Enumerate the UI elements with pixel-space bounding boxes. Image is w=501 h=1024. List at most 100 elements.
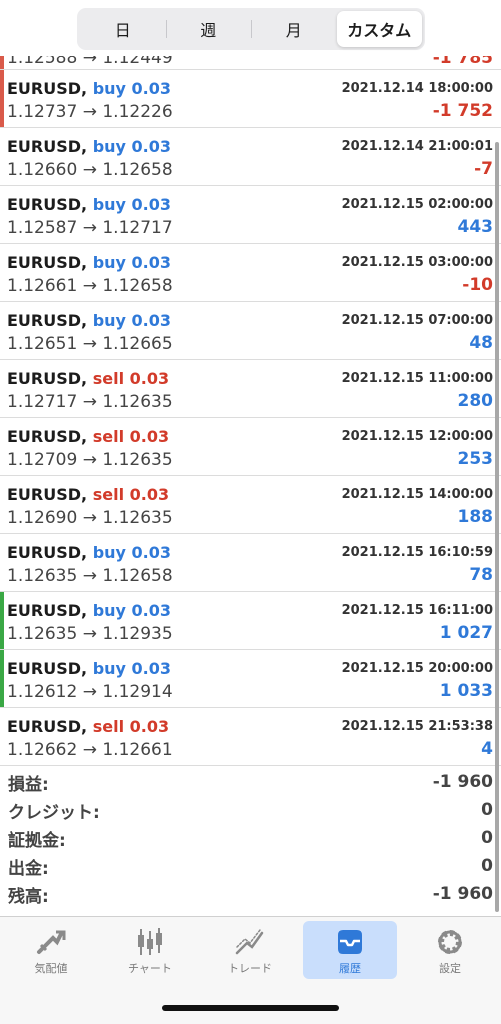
- trade-side-lot: buy 0.03: [92, 543, 172, 562]
- trade-symbol: EURUSD, sell 0.03: [7, 369, 170, 388]
- list-item[interactable]: EURUSD, sell 0.03 2021.12.15 11:00:00 1.12…: [0, 360, 501, 418]
- list-item-partial[interactable]: 1.12588 → 1.12449 -1 785: [0, 56, 501, 70]
- row-accent-bar: [0, 650, 4, 707]
- trade-time: 2021.12.15 11:00:00: [341, 371, 493, 386]
- trade-time: 2021.12.14 21:00:01: [341, 139, 493, 154]
- tab-settings[interactable]: 設定: [403, 921, 497, 979]
- row-accent-bar: [0, 302, 4, 359]
- list-item[interactable]: EURUSD, sell 0.03 2021.12.15 21:53:38 1.12…: [0, 708, 501, 766]
- trade-time: 2021.12.15 20:00:00: [341, 661, 493, 676]
- summary-withdrawal: 出金: 0: [8, 852, 493, 880]
- trade-profit: 48: [469, 333, 493, 353]
- trade-profit: -1 785: [432, 56, 493, 68]
- trade-time: 2021.12.15 16:10:59: [341, 545, 493, 560]
- trade-prices: 1.12709 → 1.12635: [7, 450, 173, 470]
- summary-label: 証拠金:: [8, 830, 66, 851]
- scrollbar[interactable]: [495, 142, 499, 912]
- quotes-icon: [37, 930, 66, 954]
- summary-value: -1 960: [432, 884, 493, 904]
- row-accent-bar: [0, 186, 4, 243]
- list-item[interactable]: EURUSD, sell 0.03 2021.12.15 14:00:00 1.12…: [0, 476, 501, 534]
- trade-side-lot: sell 0.03: [92, 369, 170, 388]
- trade-prices: 1.12587 → 1.12717: [7, 218, 173, 238]
- period-segmented-control: 日 週 月 カスタム: [77, 8, 425, 50]
- tab-history[interactable]: 履歴: [303, 921, 397, 979]
- trade-history-list: 1.12588 → 1.12449 -1 785 EURUSD, buy 0.0…: [0, 56, 501, 766]
- trade-profit: 78: [469, 565, 493, 585]
- list-item[interactable]: EURUSD, buy 0.03 2021.12.15 16:11:00 1.126…: [0, 592, 501, 650]
- trade-side-lot: buy 0.03: [92, 253, 172, 272]
- trade-prices: 1.12737 → 1.12226: [7, 102, 173, 122]
- row-accent-bar: [0, 476, 4, 533]
- history-icon: [338, 930, 362, 954]
- trade-prices: 1.12661 → 1.12658: [7, 276, 173, 296]
- home-indicator: [162, 1005, 339, 1011]
- segment-week[interactable]: 週: [165, 11, 252, 47]
- tab-label: トレード: [228, 962, 272, 975]
- trade-side-lot: sell 0.03: [92, 717, 170, 736]
- list-item[interactable]: EURUSD, buy 0.03 2021.12.15 16:10:59 1.126…: [0, 534, 501, 592]
- trade-time: 2021.12.15 03:00:00: [341, 255, 493, 270]
- list-item[interactable]: EURUSD, buy 0.03 2021.12.15 02:00:00 1.125…: [0, 186, 501, 244]
- trade-symbol: EURUSD, sell 0.03: [7, 485, 170, 504]
- list-item[interactable]: EURUSD, buy 0.03 2021.12.15 20:00:00 1.126…: [0, 650, 501, 708]
- history-summary: 損益: -1 960 クレジット: 0 証拠金: 0 出金: 0 残高: -1 960: [0, 768, 501, 908]
- summary-value: 0: [481, 800, 493, 820]
- trade-profit: -1 752: [432, 101, 493, 121]
- chart-icon: [138, 928, 162, 955]
- summary-deposit: 証拠金: 0: [8, 824, 493, 852]
- tab-label: 設定: [439, 962, 461, 975]
- tab-chart[interactable]: チャート: [103, 921, 197, 979]
- trade-symbol: EURUSD, buy 0.03: [7, 253, 172, 272]
- trade-time: 2021.12.15 21:53:38: [341, 719, 493, 734]
- trade-prices: 1.12635 → 1.12935: [7, 624, 173, 644]
- list-item[interactable]: EURUSD, buy 0.03 2021.12.15 07:00:00 1.126…: [0, 302, 501, 360]
- trade-symbol: EURUSD, buy 0.03: [7, 79, 172, 98]
- trade-prices: 1.12612 → 1.12914: [7, 682, 173, 702]
- trade-side-lot: buy 0.03: [92, 137, 172, 156]
- trade-symbol: EURUSD, buy 0.03: [7, 659, 172, 678]
- trade-symbol: EURUSD, sell 0.03: [7, 427, 170, 446]
- trade-symbol: EURUSD, buy 0.03: [7, 601, 172, 620]
- trade-prices: 1.12651 → 1.12665: [7, 334, 173, 354]
- trade-time: 2021.12.15 16:11:00: [341, 603, 493, 618]
- segment-custom[interactable]: カスタム: [336, 11, 422, 47]
- row-accent-bar: [0, 418, 4, 475]
- trade-profit: 253: [457, 449, 494, 469]
- summary-label: クレジット:: [8, 802, 100, 823]
- tab-trade[interactable]: トレード: [203, 921, 297, 979]
- trade-symbol: EURUSD, sell 0.03: [7, 717, 170, 736]
- tab-label: 履歴: [339, 962, 361, 975]
- trade-profit: 4: [481, 739, 493, 759]
- trade-icon: [235, 929, 264, 955]
- trade-prices: 1.12660 → 1.12658: [7, 160, 173, 180]
- tab-label: 気配値: [34, 962, 68, 975]
- trade-time: 2021.12.15 14:00:00: [341, 487, 493, 502]
- trade-side-lot: buy 0.03: [92, 195, 172, 214]
- summary-profit: 損益: -1 960: [8, 768, 493, 796]
- trade-side-lot: buy 0.03: [92, 659, 172, 678]
- settings-icon: [438, 930, 462, 954]
- segment-day[interactable]: 日: [80, 11, 166, 47]
- trade-prices: 1.12690 → 1.12635: [7, 508, 173, 528]
- row-accent-bar: [0, 70, 4, 127]
- list-item[interactable]: EURUSD, buy 0.03 2021.12.14 21:00:01 1.126…: [0, 128, 501, 186]
- list-item[interactable]: EURUSD, sell 0.03 2021.12.15 12:00:00 1.12…: [0, 418, 501, 476]
- tab-quotes[interactable]: 気配値: [4, 921, 98, 979]
- segment-month[interactable]: 月: [251, 11, 337, 47]
- trade-symbol: EURUSD, buy 0.03: [7, 137, 172, 156]
- row-accent-bar: [0, 128, 4, 185]
- list-item[interactable]: EURUSD, buy 0.03 2021.12.14 18:00:00 1.127…: [0, 70, 501, 128]
- row-accent-bar: [0, 708, 4, 765]
- summary-value: 0: [481, 828, 493, 848]
- row-accent-bar: [0, 56, 4, 69]
- trade-time: 2021.12.15 07:00:00: [341, 313, 493, 328]
- summary-credit: クレジット: 0: [8, 796, 493, 824]
- trade-profit: 443: [457, 217, 494, 237]
- summary-balance: 残高: -1 960: [8, 880, 493, 908]
- list-item[interactable]: EURUSD, buy 0.03 2021.12.15 03:00:00 1.126…: [0, 244, 501, 302]
- trade-time: 2021.12.14 18:00:00: [341, 81, 493, 96]
- summary-label: 残高:: [8, 886, 49, 907]
- trade-profit: 188: [457, 507, 494, 527]
- trade-prices: 1.12717 → 1.12635: [7, 392, 173, 412]
